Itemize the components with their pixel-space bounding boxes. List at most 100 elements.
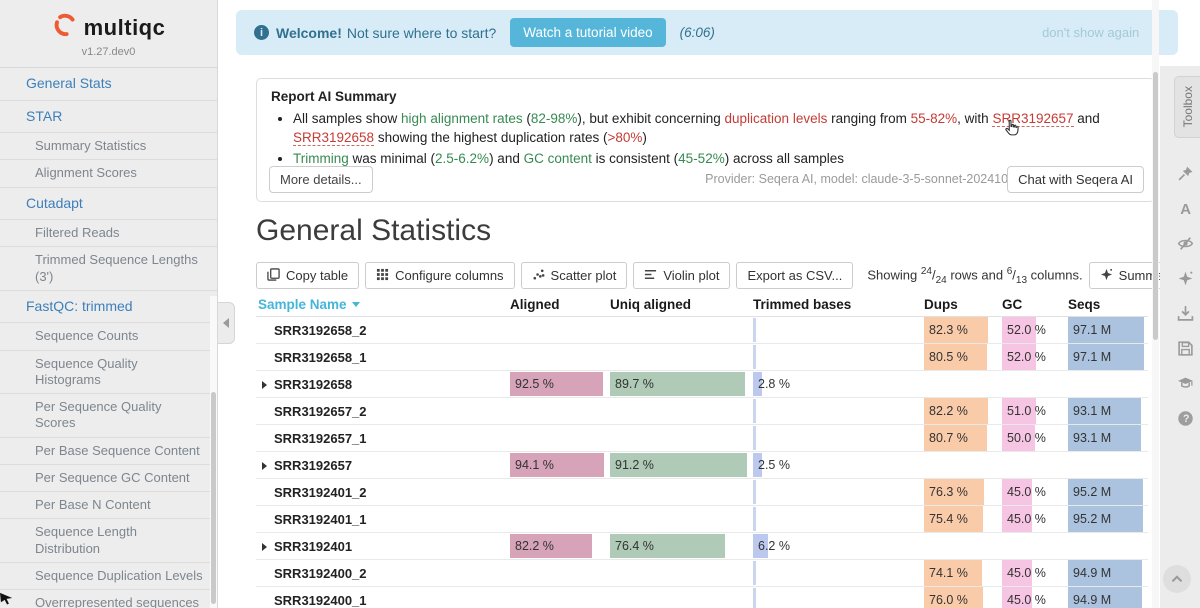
- gc-cell: [1002, 452, 1068, 478]
- sidebar-item-overrepresented-sequences-by-sample[interactable]: Overrepresented sequences by sample: [0, 590, 217, 608]
- seqs-cell: 95.2 M: [1068, 479, 1148, 505]
- toolbox-tab[interactable]: Toolbox: [1174, 76, 1200, 138]
- more-details-button[interactable]: More details...: [269, 166, 373, 193]
- sample-name-cell: SRR3192400_2: [256, 560, 510, 586]
- highlight-text: 2.5-6.2%: [435, 151, 489, 166]
- dups-cell: 80.7 %: [924, 425, 1002, 451]
- scroll-to-top-button[interactable]: [1163, 565, 1191, 593]
- dups-cell: [924, 371, 1002, 397]
- highlight-text: Trimming: [293, 151, 349, 166]
- save-icon[interactable]: [1172, 335, 1198, 361]
- seqs-cell: [1068, 371, 1148, 397]
- sidebar-item-sequence-counts[interactable]: Sequence Counts: [0, 323, 217, 350]
- column-header-aligned: Aligned: [510, 297, 610, 312]
- copy-table-button[interactable]: Copy table: [256, 262, 359, 289]
- seqs-cell: 93.1 M: [1068, 425, 1148, 451]
- trimmed-bases-cell: [753, 587, 924, 608]
- grid-icon: [376, 268, 389, 284]
- seqs-cell: 97.1 M: [1068, 344, 1148, 370]
- sidebar-item-star[interactable]: STAR: [0, 101, 217, 134]
- highlight-text: GC content: [524, 151, 592, 166]
- violin-plot-button[interactable]: Violin plot: [633, 262, 730, 289]
- expand-caret-icon[interactable]: [262, 462, 267, 470]
- seqs-cell: [1068, 533, 1148, 559]
- trimmed-bases-cell: [753, 398, 924, 424]
- trimmed-bases-cell: [753, 344, 924, 370]
- aligned-cell: 94.1 %: [510, 452, 610, 478]
- chat-seqera-button[interactable]: Chat with Seqera AI: [1007, 166, 1144, 193]
- sidebar-item-alignment-scores[interactable]: Alignment Scores: [0, 160, 217, 187]
- configure-columns-button[interactable]: Configure columns: [365, 262, 514, 289]
- multiqc-report-page: multiqc v1.27.dev0 General StatsSTARSumm…: [0, 0, 1200, 608]
- eye-hidden-icon[interactable]: [1172, 230, 1198, 256]
- dont-show-again-link[interactable]: don't show again: [1042, 25, 1139, 40]
- sample-name-cell[interactable]: SRR3192657: [256, 452, 510, 478]
- uniq-aligned-cell: 89.7 %: [610, 371, 753, 397]
- sidebar: multiqc v1.27.dev0 General StatsSTARSumm…: [0, 0, 218, 608]
- sidebar-item-sequence-duplication-levels[interactable]: Sequence Duplication Levels: [0, 563, 217, 590]
- ai-bullet-1: All samples show high alignment rates (8…: [293, 110, 1140, 148]
- sidebar-item-general-stats[interactable]: General Stats: [0, 68, 217, 101]
- aligned-cell: 82.2 %: [510, 533, 610, 559]
- column-header-uniq-aligned: Uniq aligned: [610, 297, 753, 312]
- scatter-plot-button[interactable]: Scatter plot: [521, 262, 628, 289]
- sample-name-cell: SRR3192657_1: [256, 425, 510, 451]
- help-icon[interactable]: ?: [1172, 405, 1198, 431]
- sidebar-item-sequence-quality-histograms[interactable]: Sequence Quality Histograms: [0, 351, 217, 395]
- seqs-cell: 94.9 M: [1068, 587, 1148, 608]
- seqs-cell: 93.1 M: [1068, 398, 1148, 424]
- column-header-gc: GC: [1002, 297, 1068, 312]
- expand-caret-icon[interactable]: [262, 543, 267, 551]
- sidebar-item-per-base-n-content[interactable]: Per Base N Content: [0, 492, 217, 519]
- uniq-aligned-cell: 91.2 %: [610, 452, 753, 478]
- sidebar-collapse-handle[interactable]: [218, 302, 235, 344]
- sidebar-item-per-sequence-quality-scores[interactable]: Per Sequence Quality Scores: [0, 394, 217, 438]
- showing-summary: Showing 24/24 rows and 6/13 columns.: [867, 266, 1082, 286]
- ai-sparkle-icon[interactable]: [1172, 265, 1198, 291]
- sidebar-item-per-base-sequence-content[interactable]: Per Base Sequence Content: [0, 438, 217, 465]
- svg-text:?: ?: [1182, 413, 1188, 425]
- table-row: SRR3192658_180.5 %52.0 %97.1 M: [256, 344, 1148, 371]
- table-row: SRR3192657_282.2 %51.0 %93.1 M: [256, 398, 1148, 425]
- main-scrollbar-thumb[interactable]: [1153, 72, 1158, 340]
- logo-area: multiqc v1.27.dev0: [0, 0, 217, 68]
- uniq-aligned-cell: [610, 560, 753, 586]
- highlight-text: 45-52%: [678, 151, 725, 166]
- uniq-aligned-cell: [610, 317, 753, 343]
- column-header-trimmed-bases: Trimmed bases: [753, 297, 924, 312]
- sidebar-scrollbar-thumb[interactable]: [211, 392, 216, 604]
- trimmed-bases-cell: [753, 560, 924, 586]
- sample-name-cell[interactable]: SRR3192401: [256, 533, 510, 559]
- chevron-up-icon: [1170, 572, 1184, 586]
- sample-name-cell: SRR3192401_1: [256, 506, 510, 532]
- chevron-down-icon: [352, 302, 360, 307]
- expand-caret-icon[interactable]: [262, 381, 267, 389]
- export-as-csv-button[interactable]: Export as CSV...: [736, 262, 853, 289]
- sample-name-cell[interactable]: SRR3192658: [256, 371, 510, 397]
- aligned-cell: [510, 425, 610, 451]
- sidebar-item-summary-statistics[interactable]: Summary Statistics: [0, 133, 217, 160]
- sample-name-cell: SRR3192658_1: [256, 344, 510, 370]
- sample-name-header[interactable]: Sample Name: [256, 297, 510, 312]
- sidebar-item-fastqc-trimmed[interactable]: FastQC: trimmed: [0, 291, 217, 324]
- download-icon[interactable]: [1172, 300, 1198, 326]
- sample-link[interactable]: SRR3192657: [992, 111, 1073, 127]
- graduation-cap-icon[interactable]: [1172, 370, 1198, 396]
- welcome-text: Welcome!: [276, 25, 342, 41]
- uniq-aligned-cell: [610, 398, 753, 424]
- pin-icon[interactable]: [1172, 160, 1198, 186]
- watch-tutorial-button[interactable]: Watch a tutorial video: [510, 18, 665, 47]
- aligned-cell: [510, 317, 610, 343]
- sample-link[interactable]: SRR3192658: [293, 130, 374, 146]
- page-title: General Statistics: [256, 214, 491, 248]
- sidebar-item-filtered-reads[interactable]: Filtered Reads: [0, 220, 217, 247]
- info-icon: i: [254, 25, 269, 40]
- sidebar-item-cutadapt[interactable]: Cutadapt: [0, 188, 217, 221]
- sidebar-item-trimmed-sequence-lengths-3[interactable]: Trimmed Sequence Lengths (3'): [0, 247, 217, 291]
- sample-name-cell: SRR3192400_1: [256, 587, 510, 608]
- table-row: SRR319240182.2 %76.4 %6.2 %: [256, 533, 1148, 560]
- sidebar-item-sequence-length-distribution[interactable]: Sequence Length Distribution: [0, 519, 217, 563]
- gc-cell: 45.0 %: [1002, 479, 1068, 505]
- sidebar-item-per-sequence-gc-content[interactable]: Per Sequence GC Content: [0, 465, 217, 492]
- font-icon[interactable]: A: [1172, 195, 1198, 221]
